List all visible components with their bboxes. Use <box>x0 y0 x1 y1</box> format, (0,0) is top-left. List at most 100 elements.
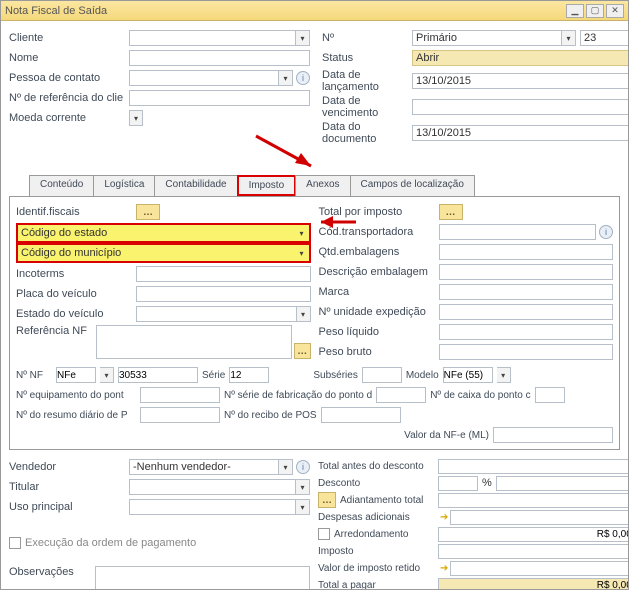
ref-nf-label: Referência NF <box>16 325 96 337</box>
peso-bruto-input[interactable] <box>439 344 614 360</box>
obs-textarea[interactable] <box>95 566 310 589</box>
numero-label: Nº <box>322 32 412 44</box>
vendedor-label: Vendedor <box>9 461 129 473</box>
arred-label: Arredondamento <box>334 529 438 540</box>
pessoa-dropdown[interactable]: ▾ <box>279 70 293 86</box>
info-icon[interactable]: i <box>599 225 613 239</box>
minimize-button[interactable]: ▁ <box>566 4 584 18</box>
info-icon[interactable]: i <box>296 460 310 474</box>
valor-nfe-input[interactable] <box>493 427 613 443</box>
arrow-right-icon[interactable]: ➔ <box>440 563 448 574</box>
total-imposto-browse-button[interactable]: … <box>439 204 463 220</box>
maximize-button[interactable]: ▢ <box>586 4 604 18</box>
tab-anexos[interactable]: Anexos <box>295 175 350 196</box>
codigo-estado-input[interactable] <box>18 225 295 241</box>
serie-val[interactable] <box>229 367 269 383</box>
titular-input[interactable] <box>129 479 296 495</box>
incoterms-input[interactable] <box>136 266 311 282</box>
qtd-emb-input[interactable] <box>439 244 614 260</box>
estado-veic-input[interactable] <box>136 306 297 322</box>
data-lanc-input[interactable] <box>412 73 628 89</box>
tab-conteudo[interactable]: Conteúdo <box>29 175 94 196</box>
pessoa-input[interactable] <box>129 70 279 86</box>
codigo-estado-dropdown[interactable]: ▾ <box>295 225 309 241</box>
titular-dropdown[interactable]: ▾ <box>296 479 310 495</box>
subseries-label: Subséries <box>313 370 357 381</box>
close-button[interactable]: ✕ <box>606 4 624 18</box>
vendedor-dropdown[interactable]: ▾ <box>279 459 293 475</box>
titular-label: Titular <box>9 481 129 493</box>
modelo-label: Modelo <box>406 370 439 381</box>
n-caixa-input[interactable] <box>535 387 565 403</box>
n-nf-val[interactable] <box>118 367 198 383</box>
exec-checkbox[interactable] <box>9 537 21 549</box>
n-serie-fab-input[interactable] <box>376 387 426 403</box>
numero-selector[interactable] <box>412 30 562 46</box>
codigo-municipio-dropdown[interactable]: ▾ <box>295 245 309 261</box>
marca-input[interactable] <box>439 284 614 300</box>
desc-emb-input[interactable] <box>439 264 614 280</box>
moeda-dropdown[interactable]: ▾ <box>129 110 143 126</box>
numero-input[interactable] <box>580 30 628 46</box>
cod-transp-input[interactable] <box>439 224 597 240</box>
obs-label: Observações <box>9 566 95 578</box>
info-icon[interactable]: i <box>296 71 310 85</box>
placa-input[interactable] <box>136 286 311 302</box>
retido-label: Valor de imposto retido <box>318 563 438 574</box>
cliente-label: Cliente <box>9 32 129 44</box>
qtd-emb-label: Qtd.embalagens <box>319 246 439 258</box>
n-resumo-label: Nº do resumo diário de P <box>16 410 136 421</box>
adiant-browse-button[interactable]: … <box>318 492 336 508</box>
modelo-val[interactable] <box>443 367 493 383</box>
tab-campos-loc[interactable]: Campos de localização <box>350 175 475 196</box>
data-venc-input[interactable] <box>412 99 628 115</box>
arred-input[interactable] <box>438 527 628 542</box>
n-unid-input[interactable] <box>439 304 614 320</box>
vendedor-input[interactable] <box>129 459 279 475</box>
total-antes-input[interactable] <box>438 459 628 474</box>
pct-symbol: % <box>482 477 492 489</box>
tab-imposto[interactable]: Imposto <box>237 175 297 196</box>
data-doc-input[interactable] <box>412 125 628 141</box>
n-resumo-input[interactable] <box>140 407 220 423</box>
desconto-val-input[interactable] <box>496 476 628 491</box>
n-equip-label: Nº equipamento do pont <box>16 390 136 401</box>
codigo-municipio-input[interactable] <box>18 245 295 261</box>
tab-logistica[interactable]: Logística <box>93 175 155 196</box>
n-unid-label: Nº unidade expedição <box>319 306 439 318</box>
ref-label: Nº de referência do clie <box>9 92 129 104</box>
arrow-right-icon[interactable]: ➔ <box>440 512 448 523</box>
uso-dropdown[interactable]: ▾ <box>296 499 310 515</box>
ref-input[interactable] <box>129 90 310 106</box>
peso-bruto-label: Peso bruto <box>319 346 439 358</box>
imposto-tot-input[interactable] <box>438 544 628 559</box>
adiant-input[interactable] <box>438 493 628 508</box>
retido-input[interactable] <box>450 561 628 576</box>
subseries-val[interactable] <box>362 367 402 383</box>
estado-veic-dropdown[interactable]: ▾ <box>297 306 311 322</box>
tab-contabilidade[interactable]: Contabilidade <box>154 175 237 196</box>
cod-transp-label: Cód.transportadora <box>319 226 439 238</box>
peso-liq-input[interactable] <box>439 324 614 340</box>
ref-nf-browse-button[interactable]: … <box>294 343 311 359</box>
identif-browse-button[interactable]: … <box>136 204 160 220</box>
incoterms-label: Incoterms <box>16 268 136 280</box>
numero-dropdown[interactable]: ▾ <box>562 30 576 46</box>
desconto-pct-input[interactable] <box>438 476 478 491</box>
n-nf-type[interactable] <box>56 367 96 383</box>
n-recibo-input[interactable] <box>321 407 401 423</box>
n-caixa-label: Nº de caixa do ponto c <box>430 390 530 401</box>
cliente-dropdown[interactable]: ▾ <box>296 30 310 46</box>
modelo-dropdown[interactable]: ▾ <box>497 367 511 383</box>
peso-liq-label: Peso líquido <box>319 326 439 338</box>
adiant-label: Adiantamento total <box>340 495 438 506</box>
ref-nf-textarea[interactable] <box>96 325 292 359</box>
despesas-input[interactable] <box>450 510 628 525</box>
cliente-input[interactable] <box>129 30 296 46</box>
uso-input[interactable] <box>129 499 296 515</box>
nome-input[interactable] <box>129 50 310 66</box>
status-label: Status <box>322 52 412 64</box>
arred-checkbox[interactable] <box>318 528 330 540</box>
n-nf-type-dropdown[interactable]: ▾ <box>100 367 114 383</box>
n-equip-input[interactable] <box>140 387 220 403</box>
